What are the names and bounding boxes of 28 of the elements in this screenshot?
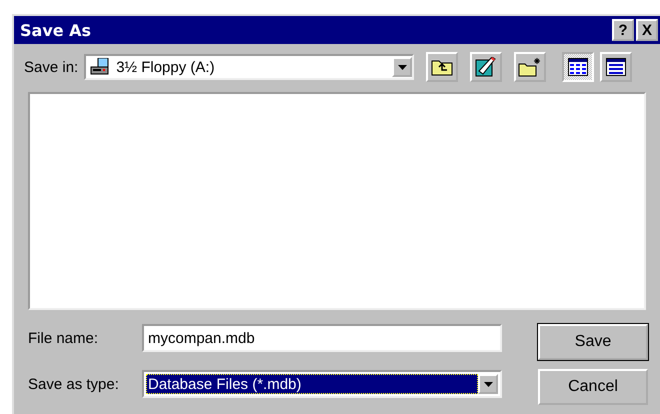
up-folder-icon	[431, 58, 454, 76]
details-view-icon	[606, 58, 626, 76]
window-title: Save As	[20, 20, 92, 40]
list-view-icon	[568, 58, 588, 76]
favorites-button[interactable]	[470, 52, 502, 82]
caret-icon	[484, 382, 492, 386]
close-button[interactable]: X	[636, 19, 658, 41]
new-folder-button[interactable]	[514, 52, 546, 82]
save-in-dropdown[interactable]: 3½ Floppy (A:)	[84, 54, 414, 80]
floppy-drive-icon	[90, 58, 110, 76]
caret-icon	[398, 64, 407, 70]
save-as-type-dropdown[interactable]: Database Files (*.mdb)	[142, 370, 502, 398]
dropdown-button[interactable]	[478, 374, 498, 394]
list-view-button[interactable]	[562, 52, 594, 82]
up-folder-button[interactable]	[426, 52, 458, 82]
file-name-label: File name:	[28, 330, 100, 346]
file-name-field[interactable]: mycompan.mdb	[142, 324, 502, 352]
save-as-type-label: Save as type:	[28, 376, 120, 392]
save-in-value: 3½ Floppy (A:)	[116, 58, 216, 76]
dropdown-button[interactable]	[392, 57, 412, 77]
save-button[interactable]: Save	[538, 324, 648, 360]
pencil-note-icon	[475, 57, 498, 77]
save-in-label: Save in:	[24, 58, 78, 76]
help-button[interactable]: ?	[612, 19, 634, 41]
save-as-type-value: Database Files (*.mdb)	[146, 374, 478, 394]
details-view-button[interactable]	[600, 52, 632, 82]
new-folder-icon	[518, 57, 542, 77]
cancel-button[interactable]: Cancel	[538, 369, 648, 405]
